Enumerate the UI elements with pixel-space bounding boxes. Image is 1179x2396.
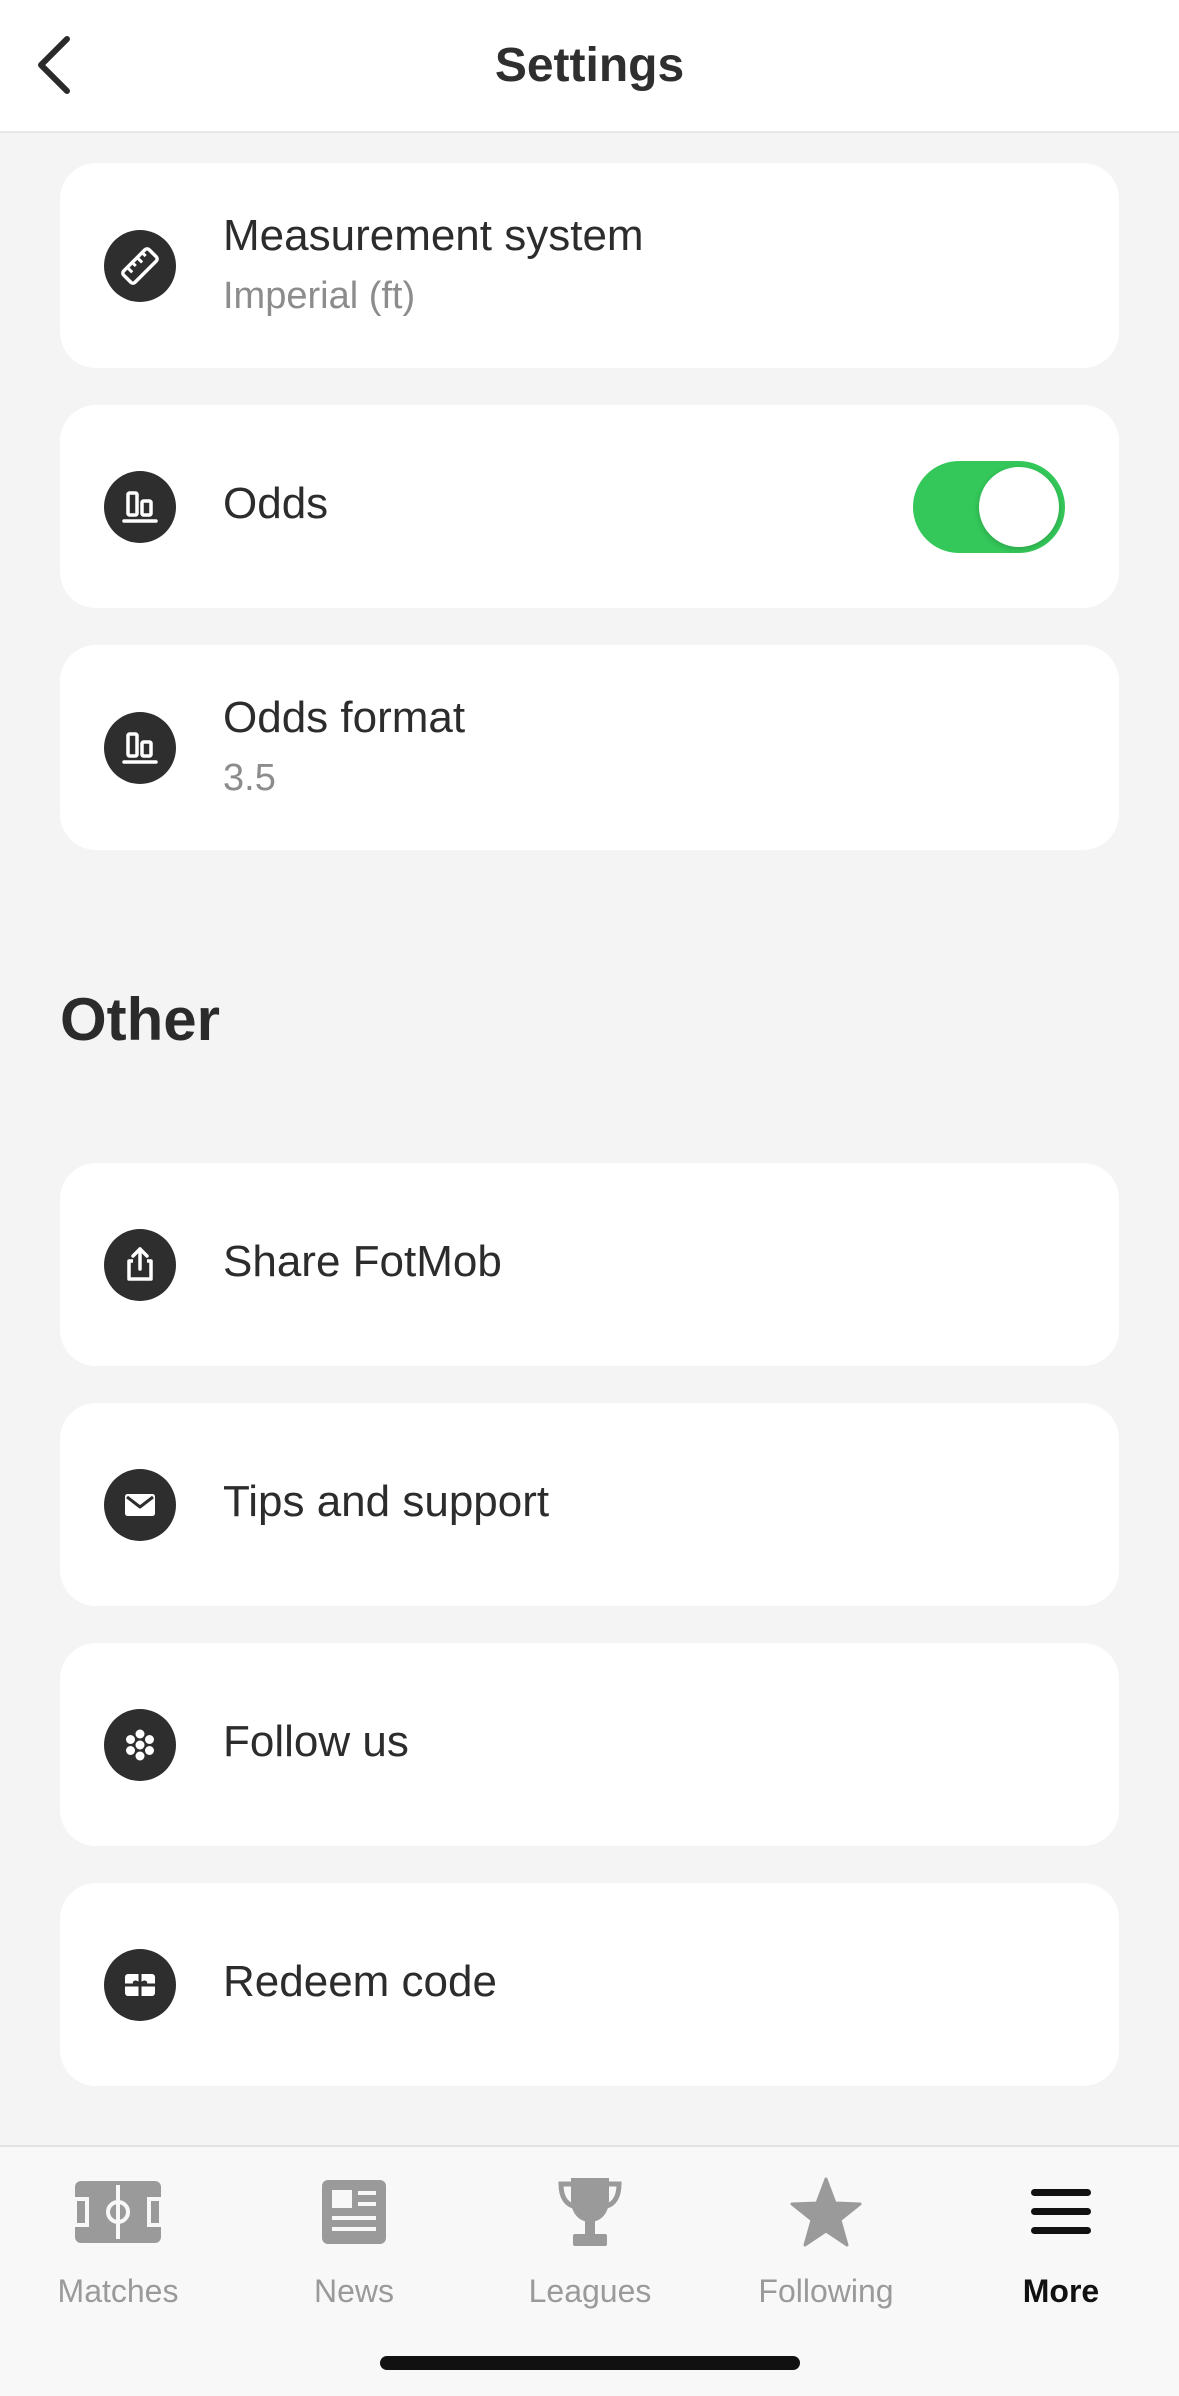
ruler-icon <box>104 230 176 302</box>
tab-label: More <box>1022 2273 1100 2309</box>
row-label: Measurement system <box>223 211 644 260</box>
share-fotmob-row[interactable]: Share FotMob <box>60 1163 1119 1366</box>
measurement-system-row[interactable]: Measurement system Imperial (ft) <box>60 163 1119 368</box>
row-value: 3.5 <box>223 757 276 799</box>
home-indicator[interactable] <box>380 2356 800 2370</box>
row-label: Share FotMob <box>223 1237 502 1286</box>
tab-more[interactable]: More <box>943 2167 1179 2317</box>
odds-icon <box>104 712 176 784</box>
toggle-knob <box>979 467 1059 547</box>
gift-icon <box>104 1949 176 2021</box>
tab-label: Leagues <box>528 2273 652 2309</box>
redeem-code-row[interactable]: Redeem code <box>60 1883 1119 2086</box>
tab-label: Following <box>758 2273 894 2309</box>
section-title-other: Other <box>60 986 221 1053</box>
share-icon <box>104 1229 176 1301</box>
trophy-icon <box>472 2167 708 2257</box>
odds-toggle[interactable] <box>913 461 1065 553</box>
row-label: Tips and support <box>223 1477 550 1526</box>
news-icon <box>236 2167 472 2257</box>
row-label: Follow us <box>223 1717 409 1766</box>
row-label: Redeem code <box>223 1957 497 2006</box>
follow-us-row[interactable]: Follow us <box>60 1643 1119 1846</box>
menu-icon <box>943 2167 1179 2257</box>
pitch-icon <box>0 2167 236 2257</box>
row-label: Odds <box>223 479 329 528</box>
star-icon <box>708 2167 944 2257</box>
row-label: Odds format <box>223 693 466 742</box>
social-icon <box>104 1709 176 1781</box>
tab-matches[interactable]: Matches <box>0 2167 236 2317</box>
odds-format-row[interactable]: Odds format 3.5 <box>60 645 1119 850</box>
tab-news[interactable]: News <box>236 2167 472 2317</box>
tab-following[interactable]: Following <box>708 2167 944 2317</box>
page-title: Settings <box>494 39 685 92</box>
odds-icon <box>104 471 176 543</box>
tab-label: News <box>313 2273 394 2309</box>
tab-label: Matches <box>57 2273 179 2309</box>
tab-leagues[interactable]: Leagues <box>472 2167 708 2317</box>
tips-support-row[interactable]: Tips and support <box>60 1403 1119 1606</box>
odds-row: Odds <box>60 405 1119 608</box>
row-value: Imperial (ft) <box>223 275 416 317</box>
mail-icon <box>104 1469 176 1541</box>
top-nav-bar: Settings <box>0 0 1179 133</box>
